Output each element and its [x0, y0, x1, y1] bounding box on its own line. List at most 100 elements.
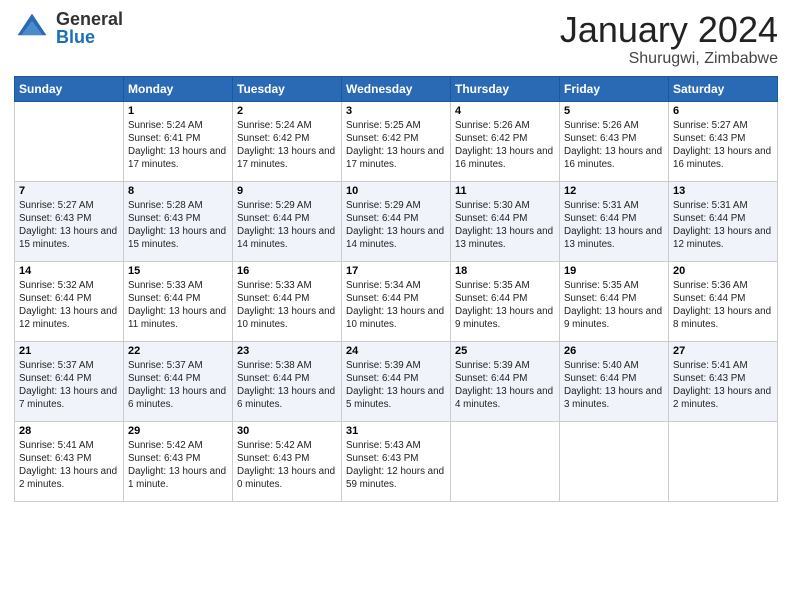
logo-icon — [14, 10, 50, 46]
calendar-cell: 3 Sunrise: 5:25 AM Sunset: 6:42 PM Daylig… — [342, 101, 451, 181]
calendar-cell: 20 Sunrise: 5:36 AM Sunset: 6:44 PM Dayli… — [669, 261, 778, 341]
col-sunday: Sunday — [15, 76, 124, 101]
calendar-cell: 29Sunrise: 5:42 AM Sunset: 6:43 PM Dayli… — [124, 421, 233, 501]
day-info: Sunrise: 5:35 AM Sunset: 6:44 PM Dayligh… — [455, 279, 555, 332]
day-info: Sunrise: 5:37 AM Sunset: 6:44 PM Dayligh… — [128, 359, 228, 412]
day-number: 2 — [237, 105, 337, 117]
col-thursday: Thursday — [451, 76, 560, 101]
calendar-cell: 15Sunrise: 5:33 AM Sunset: 6:44 PM Dayli… — [124, 261, 233, 341]
day-info: Sunrise: 5:36 AM Sunset: 6:44 PM Dayligh… — [673, 279, 773, 332]
calendar-cell: 28 Sunrise: 5:41 AM Sunset: 6:43 PM Dayli… — [15, 421, 124, 501]
logo-general-text: General — [56, 10, 123, 28]
day-info: Sunrise: 5:25 AM Sunset: 6:42 PM Dayligh… — [346, 119, 446, 172]
col-friday: Friday — [560, 76, 669, 101]
calendar-cell: 10Sunrise: 5:29 AM Sunset: 6:44 PM Dayli… — [342, 181, 451, 261]
table-row: 1 Sunrise: 5:24 AM Sunset: 6:41 PM Daylig… — [15, 101, 778, 181]
title-location: Shurugwi, Zimbabwe — [560, 50, 778, 68]
logo-blue-text: Blue — [56, 28, 123, 46]
day-info: Sunrise: 5:38 AM Sunset: 6:44 PM Dayligh… — [237, 359, 337, 412]
day-number: 5 — [564, 105, 664, 117]
table-row: 14 Sunrise: 5:32 AM Sunset: 6:44 PM Dayli… — [15, 261, 778, 341]
day-info: Sunrise: 5:29 AM Sunset: 6:44 PM Dayligh… — [346, 199, 446, 252]
calendar-cell — [560, 421, 669, 501]
calendar-cell: 25 Sunrise: 5:39 AM Sunset: 6:44 PM Dayli… — [451, 341, 560, 421]
day-number: 11 — [455, 185, 555, 197]
day-number: 20 — [673, 265, 773, 277]
day-info: Sunrise: 5:27 AM Sunset: 6:43 PM Dayligh… — [673, 119, 773, 172]
day-info: Sunrise: 5:26 AM Sunset: 6:43 PM Dayligh… — [564, 119, 664, 172]
day-number: 12 — [564, 185, 664, 197]
day-number: 7 — [19, 185, 119, 197]
day-number: 23 — [237, 345, 337, 357]
calendar-cell: 1 Sunrise: 5:24 AM Sunset: 6:41 PM Daylig… — [124, 101, 233, 181]
day-info: Sunrise: 5:39 AM Sunset: 6:44 PM Dayligh… — [346, 359, 446, 412]
table-row: 7 Sunrise: 5:27 AM Sunset: 6:43 PM Daylig… — [15, 181, 778, 261]
day-info: Sunrise: 5:41 AM Sunset: 6:43 PM Dayligh… — [19, 439, 119, 492]
day-info: Sunrise: 5:24 AM Sunset: 6:42 PM Dayligh… — [237, 119, 337, 172]
day-info: Sunrise: 5:42 AM Sunset: 6:43 PM Dayligh… — [128, 439, 228, 492]
calendar-cell: 19 Sunrise: 5:35 AM Sunset: 6:44 PM Dayli… — [560, 261, 669, 341]
col-tuesday: Tuesday — [233, 76, 342, 101]
day-info: Sunrise: 5:33 AM Sunset: 6:44 PM Dayligh… — [237, 279, 337, 332]
day-info: Sunrise: 5:40 AM Sunset: 6:44 PM Dayligh… — [564, 359, 664, 412]
day-number: 13 — [673, 185, 773, 197]
calendar-cell: 21 Sunrise: 5:37 AM Sunset: 6:44 PM Dayli… — [15, 341, 124, 421]
calendar-cell: 12 Sunrise: 5:31 AM Sunset: 6:44 PM Dayli… — [560, 181, 669, 261]
day-number: 3 — [346, 105, 446, 117]
col-wednesday: Wednesday — [342, 76, 451, 101]
day-number: 21 — [19, 345, 119, 357]
day-info: Sunrise: 5:30 AM Sunset: 6:44 PM Dayligh… — [455, 199, 555, 252]
day-number: 15 — [128, 265, 228, 277]
day-number: 24 — [346, 345, 446, 357]
day-info: Sunrise: 5:31 AM Sunset: 6:44 PM Dayligh… — [673, 199, 773, 252]
calendar-cell: 22Sunrise: 5:37 AM Sunset: 6:44 PM Dayli… — [124, 341, 233, 421]
calendar-cell: 5 Sunrise: 5:26 AM Sunset: 6:43 PM Daylig… — [560, 101, 669, 181]
day-info: Sunrise: 5:39 AM Sunset: 6:44 PM Dayligh… — [455, 359, 555, 412]
calendar-cell: 26Sunrise: 5:40 AM Sunset: 6:44 PM Dayli… — [560, 341, 669, 421]
day-info: Sunrise: 5:34 AM Sunset: 6:44 PM Dayligh… — [346, 279, 446, 332]
day-number: 18 — [455, 265, 555, 277]
day-number: 31 — [346, 425, 446, 437]
calendar-cell: 18 Sunrise: 5:35 AM Sunset: 6:44 PM Dayli… — [451, 261, 560, 341]
day-info: Sunrise: 5:27 AM Sunset: 6:43 PM Dayligh… — [19, 199, 119, 252]
day-info: Sunrise: 5:35 AM Sunset: 6:44 PM Dayligh… — [564, 279, 664, 332]
day-number: 4 — [455, 105, 555, 117]
calendar-cell: 11 Sunrise: 5:30 AM Sunset: 6:44 PM Dayli… — [451, 181, 560, 261]
title-month: January 2024 — [560, 10, 778, 50]
day-info: Sunrise: 5:31 AM Sunset: 6:44 PM Dayligh… — [564, 199, 664, 252]
calendar-cell — [451, 421, 560, 501]
table-row: 28 Sunrise: 5:41 AM Sunset: 6:43 PM Dayli… — [15, 421, 778, 501]
calendar-cell: 7 Sunrise: 5:27 AM Sunset: 6:43 PM Daylig… — [15, 181, 124, 261]
day-number: 30 — [237, 425, 337, 437]
col-monday: Monday — [124, 76, 233, 101]
calendar-cell: 6Sunrise: 5:27 AM Sunset: 6:43 PM Daylig… — [669, 101, 778, 181]
calendar-table: Sunday Monday Tuesday Wednesday Thursday… — [14, 76, 778, 502]
day-info: Sunrise: 5:24 AM Sunset: 6:41 PM Dayligh… — [128, 119, 228, 172]
day-info: Sunrise: 5:37 AM Sunset: 6:44 PM Dayligh… — [19, 359, 119, 412]
day-number: 14 — [19, 265, 119, 277]
day-number: 25 — [455, 345, 555, 357]
day-number: 27 — [673, 345, 773, 357]
calendar-cell: 30Sunrise: 5:42 AM Sunset: 6:43 PM Dayli… — [233, 421, 342, 501]
calendar-cell: 31 Sunrise: 5:43 AM Sunset: 6:43 PM Dayli… — [342, 421, 451, 501]
col-saturday: Saturday — [669, 76, 778, 101]
table-row: 21 Sunrise: 5:37 AM Sunset: 6:44 PM Dayli… — [15, 341, 778, 421]
day-info: Sunrise: 5:43 AM Sunset: 6:43 PM Dayligh… — [346, 439, 446, 492]
page: General Blue January 2024 Shurugwi, Zimb… — [0, 0, 792, 612]
day-info: Sunrise: 5:29 AM Sunset: 6:44 PM Dayligh… — [237, 199, 337, 252]
header: General Blue January 2024 Shurugwi, Zimb… — [14, 10, 778, 68]
day-number: 19 — [564, 265, 664, 277]
calendar-cell: 9Sunrise: 5:29 AM Sunset: 6:44 PM Daylig… — [233, 181, 342, 261]
calendar-cell — [669, 421, 778, 501]
day-number: 8 — [128, 185, 228, 197]
header-row: Sunday Monday Tuesday Wednesday Thursday… — [15, 76, 778, 101]
day-number: 17 — [346, 265, 446, 277]
calendar-cell: 8 Sunrise: 5:28 AM Sunset: 6:43 PM Daylig… — [124, 181, 233, 261]
day-number: 1 — [128, 105, 228, 117]
day-info: Sunrise: 5:28 AM Sunset: 6:43 PM Dayligh… — [128, 199, 228, 252]
calendar-cell: 17 Sunrise: 5:34 AM Sunset: 6:44 PM Dayli… — [342, 261, 451, 341]
calendar-cell: 23 Sunrise: 5:38 AM Sunset: 6:44 PM Dayli… — [233, 341, 342, 421]
day-number: 28 — [19, 425, 119, 437]
day-info: Sunrise: 5:32 AM Sunset: 6:44 PM Dayligh… — [19, 279, 119, 332]
title-block: January 2024 Shurugwi, Zimbabwe — [560, 10, 778, 68]
